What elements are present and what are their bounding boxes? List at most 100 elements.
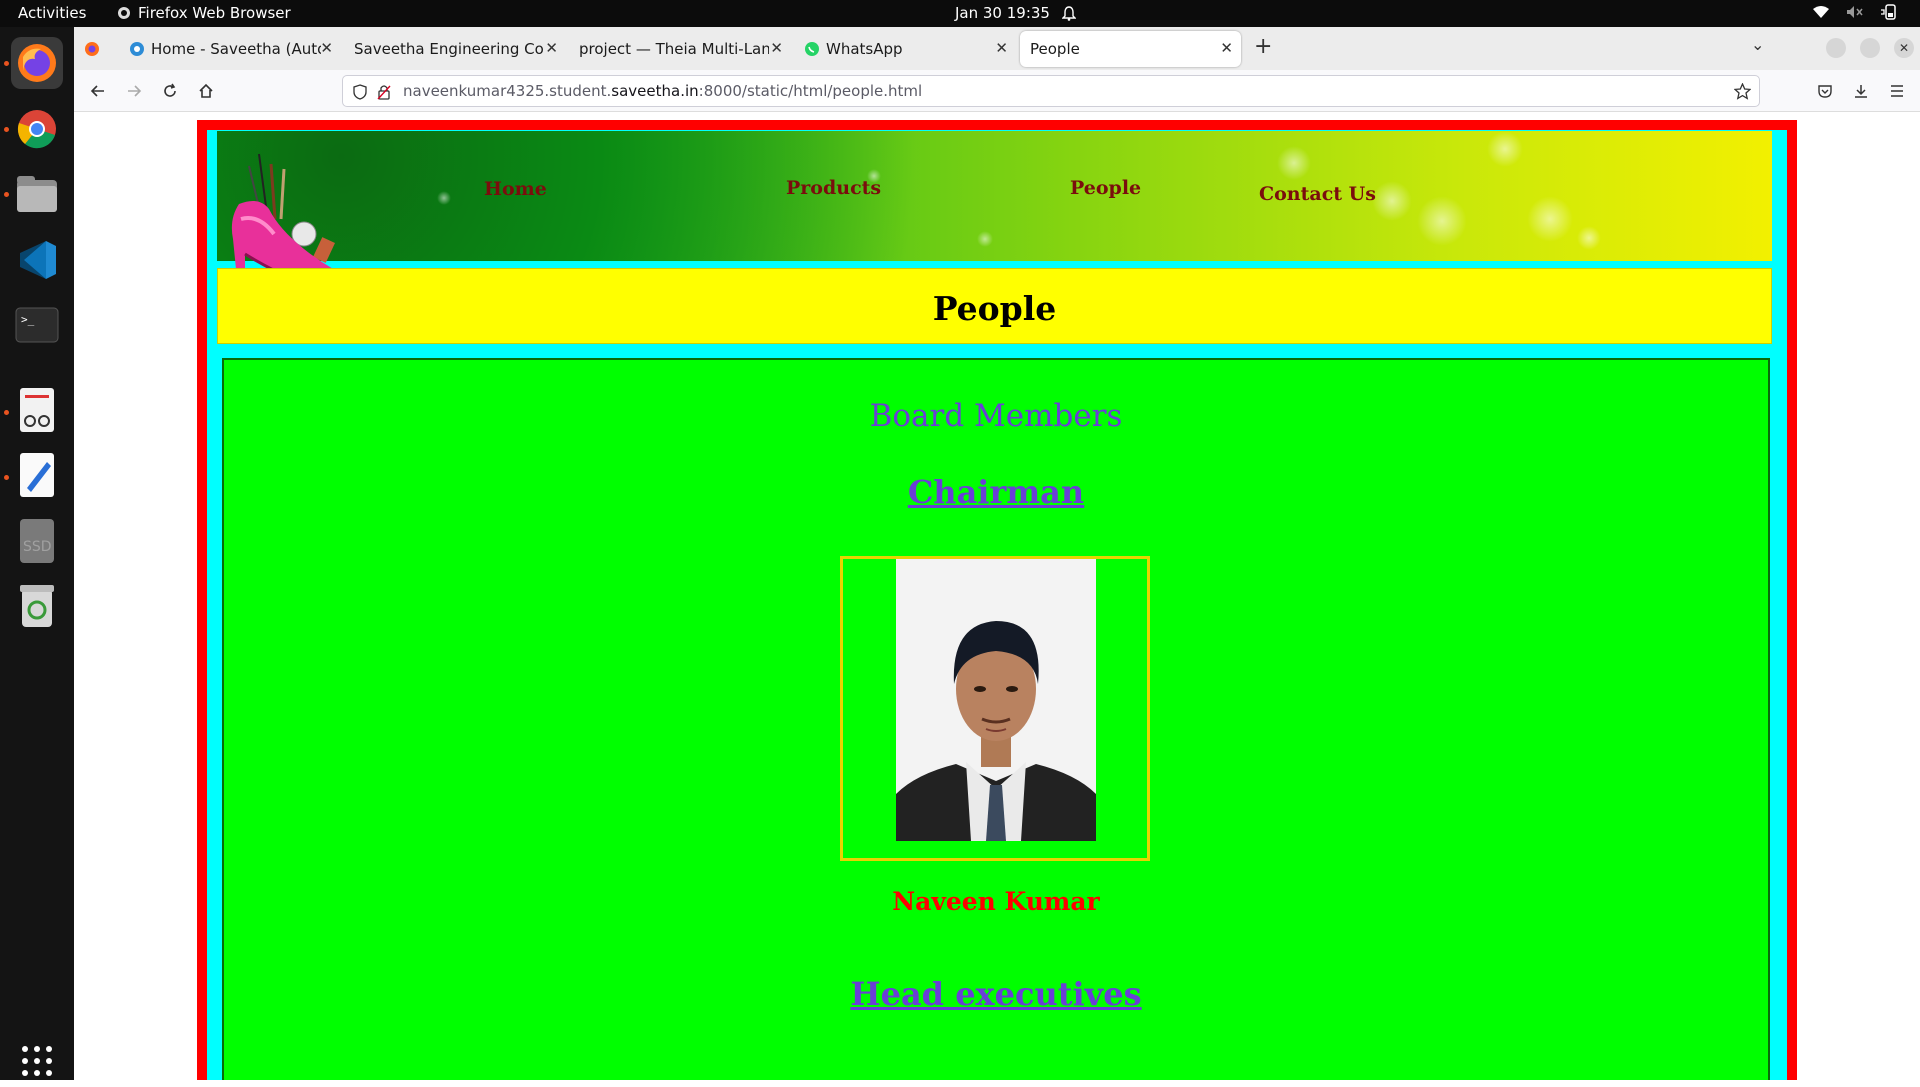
dock-chrome-icon[interactable] — [11, 103, 63, 155]
tab-title: Home - Saveetha (Autono — [151, 40, 321, 58]
head-executives-link[interactable]: Head executives — [224, 975, 1768, 1013]
red-page-frame: Home Products People Contact Us People B… — [197, 120, 1797, 1080]
dock-terminal-icon[interactable]: >_ — [11, 299, 63, 351]
vscode-icon — [20, 241, 56, 279]
downloads-button[interactable] — [1849, 79, 1873, 103]
firefox-view-icon — [85, 42, 99, 56]
nav-products-link[interactable]: Products — [786, 177, 881, 199]
list-all-tabs-button[interactable]: ⌄ — [1751, 35, 1764, 54]
app-grid-icon — [22, 1046, 52, 1076]
dock-ssd-icon[interactable]: SSD — [11, 515, 63, 567]
svg-text:SSD: SSD — [23, 539, 52, 555]
close-window-button[interactable]: ✕ — [1894, 38, 1914, 58]
tab-title: People — [1030, 40, 1080, 58]
drive-icon: SSD — [20, 519, 54, 563]
app-name: Firefox Web Browser — [138, 4, 291, 22]
home-button[interactable] — [194, 79, 218, 103]
reload-icon — [164, 83, 176, 97]
shield-icon — [353, 84, 367, 100]
new-tab-button[interactable]: + — [1254, 34, 1272, 59]
dock-text-editor-icon[interactable] — [11, 449, 63, 501]
running-indicator — [4, 127, 9, 132]
dock-firefox-icon[interactable] — [11, 37, 63, 89]
close-tab-icon[interactable]: ✕ — [770, 39, 783, 57]
tab-saveetha-engineering[interactable]: Saveetha Engineering Colleg ✕ — [344, 31, 566, 67]
close-tab-icon[interactable]: ✕ — [1220, 39, 1233, 57]
firefox-small-icon — [118, 7, 130, 19]
tab-people[interactable]: People ✕ — [1020, 31, 1241, 67]
system-tray[interactable] — [1812, 4, 1898, 20]
nav-people-link[interactable]: People — [1070, 177, 1141, 199]
close-tab-icon[interactable]: ✕ — [320, 39, 333, 57]
back-arrow-icon — [90, 85, 104, 97]
show-apps-button[interactable] — [11, 1035, 63, 1087]
volume-muted-icon — [1847, 6, 1863, 18]
dock-trash-icon[interactable] — [11, 580, 63, 632]
minimize-button[interactable] — [1826, 38, 1846, 58]
wifi-icon — [1813, 6, 1829, 18]
tab-title: project — Theia Multi-Langu — [579, 40, 769, 58]
maximize-button[interactable] — [1860, 38, 1880, 58]
bookmark-star-icon[interactable] — [1734, 83, 1751, 100]
activities-button[interactable]: Activities — [18, 4, 86, 22]
trash-icon — [20, 585, 54, 627]
battery-icon — [1881, 4, 1896, 20]
chairman-name: Naveen Kumar — [892, 887, 1100, 916]
tab-whatsapp[interactable]: WhatsApp ✕ — [794, 31, 1016, 67]
nav-contact-link[interactable]: Contact Us — [1259, 183, 1376, 205]
dock-document-viewer-icon[interactable] — [11, 384, 63, 436]
app-menu[interactable]: Firefox Web Browser — [117, 4, 291, 22]
svg-text:>_: >_ — [21, 313, 35, 326]
clock-text: Jan 30 19:35 — [955, 4, 1050, 22]
dock-vscode-icon[interactable] — [11, 234, 63, 286]
address-bar[interactable]: naveenkumar4325.student.saveetha.in:8000… — [342, 75, 1760, 107]
reload-button[interactable] — [158, 79, 182, 103]
tab-title: WhatsApp — [826, 40, 903, 58]
chairman-link[interactable]: Chairman — [224, 473, 1768, 511]
terminal-icon: >_ — [15, 307, 59, 343]
ubuntu-dock: >_ SSD — [0, 27, 74, 1080]
document-viewer-icon — [20, 388, 54, 432]
pocket-button[interactable] — [1813, 79, 1837, 103]
head-executives-link-text: Head executives — [850, 975, 1142, 1013]
running-indicator — [4, 475, 9, 480]
menu-button[interactable] — [1885, 79, 1909, 103]
tab-bar: Home - Saveetha (Autono ✕ Saveetha Engin… — [74, 27, 1920, 70]
running-indicator — [4, 410, 9, 415]
dock-files-icon[interactable] — [11, 168, 63, 220]
tab-theia-project[interactable]: project — Theia Multi-Langu ✕ — [569, 31, 791, 67]
download-icon — [1855, 85, 1867, 98]
firefox-icon — [18, 44, 56, 82]
cyan-page-background: Home Products People Contact Us People B… — [207, 130, 1787, 1080]
url-text: naveenkumar4325.student.saveetha.in:8000… — [403, 82, 922, 100]
system-top-bar: Activities Firefox Web Browser Jan 30 19… — [0, 0, 1920, 27]
favicon-saveetha-icon — [130, 42, 144, 56]
url-prefix: naveenkumar4325.student. — [403, 82, 612, 100]
notification-bell-icon — [1061, 5, 1076, 21]
firefox-view-button[interactable] — [84, 41, 100, 61]
forward-button[interactable] — [122, 79, 146, 103]
board-members-heading: Board Members — [869, 398, 1123, 434]
whatsapp-icon — [805, 42, 819, 56]
folder-icon — [17, 176, 57, 212]
tab-home-saveetha[interactable]: Home - Saveetha (Autono ✕ — [119, 31, 341, 67]
chairman-photo-frame — [840, 556, 1150, 861]
insecure-lock-icon — [377, 85, 391, 100]
forward-arrow-icon — [128, 85, 142, 97]
header-banner: Home Products People Contact Us — [217, 131, 1772, 261]
page-viewport: Home Products People Contact Us People B… — [74, 113, 1920, 1080]
close-tab-icon[interactable]: ✕ — [545, 39, 558, 57]
url-suffix: :8000/static/html/people.html — [698, 82, 923, 100]
chrome-icon — [17, 110, 56, 149]
running-indicator — [4, 192, 9, 197]
page-title-bar: People — [217, 268, 1772, 344]
nav-home-link[interactable]: Home — [484, 178, 547, 200]
clock[interactable]: Jan 30 19:35 — [955, 4, 1076, 22]
close-tab-icon[interactable]: ✕ — [995, 39, 1008, 57]
text-editor-icon — [20, 453, 54, 497]
navigation-toolbar: naveenkumar4325.student.saveetha.in:8000… — [74, 70, 1920, 112]
pocket-icon — [1818, 85, 1832, 98]
content-panel: Board Members Chairman Naveen Kumar Head… — [222, 358, 1770, 1080]
chairman-link-text: Chairman — [907, 473, 1085, 511]
back-button[interactable] — [86, 79, 110, 103]
